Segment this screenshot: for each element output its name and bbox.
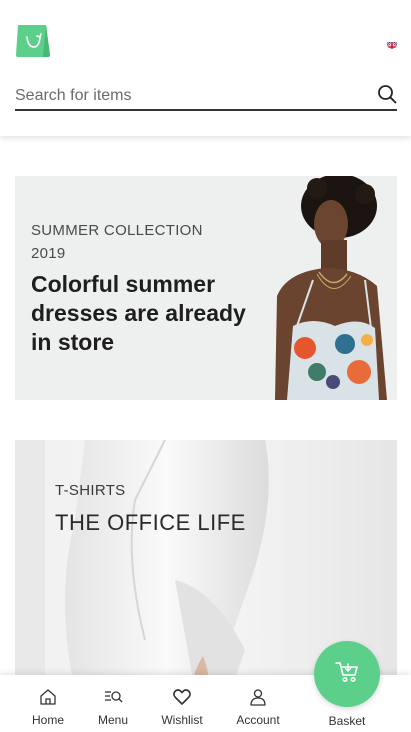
uk-flag-icon[interactable] <box>387 39 397 49</box>
nav-label: Wishlist <box>161 713 203 727</box>
header <box>0 0 411 136</box>
shopping-bag-logo-icon[interactable] <box>15 23 51 57</box>
menu-search-icon <box>105 691 123 703</box>
home-icon <box>40 689 56 705</box>
banner-subtitle: SUMMER COLLECTION 2019 <box>31 222 203 262</box>
banner-title: THE OFFICE LIFE <box>55 510 246 535</box>
nav-home[interactable]: Home <box>18 675 78 732</box>
search-icon[interactable] <box>377 84 397 104</box>
banner-title: Colorful summer dresses are already in s… <box>31 271 246 355</box>
summer-collection-banner[interactable]: SUMMER COLLECTION 2019 Colorful summer d… <box>15 176 397 400</box>
cart-icon <box>335 661 359 688</box>
model-photo-floral-dress <box>247 176 397 400</box>
nav-menu[interactable]: Menu <box>83 675 143 732</box>
user-icon <box>250 689 266 706</box>
nav-label: Menu <box>97 713 129 727</box>
basket-button[interactable] <box>314 641 380 707</box>
search-input[interactable] <box>15 80 355 109</box>
nav-account[interactable]: Account <box>228 675 288 732</box>
nav-label: Account <box>236 713 280 727</box>
nav-wishlist[interactable]: Wishlist <box>152 675 212 732</box>
heart-icon <box>173 689 191 705</box>
search-bar <box>15 80 397 111</box>
nav-label: Basket <box>328 714 366 728</box>
nav-label: Home <box>31 713 64 727</box>
banner-subtitle: T-SHIRTS <box>55 482 126 499</box>
